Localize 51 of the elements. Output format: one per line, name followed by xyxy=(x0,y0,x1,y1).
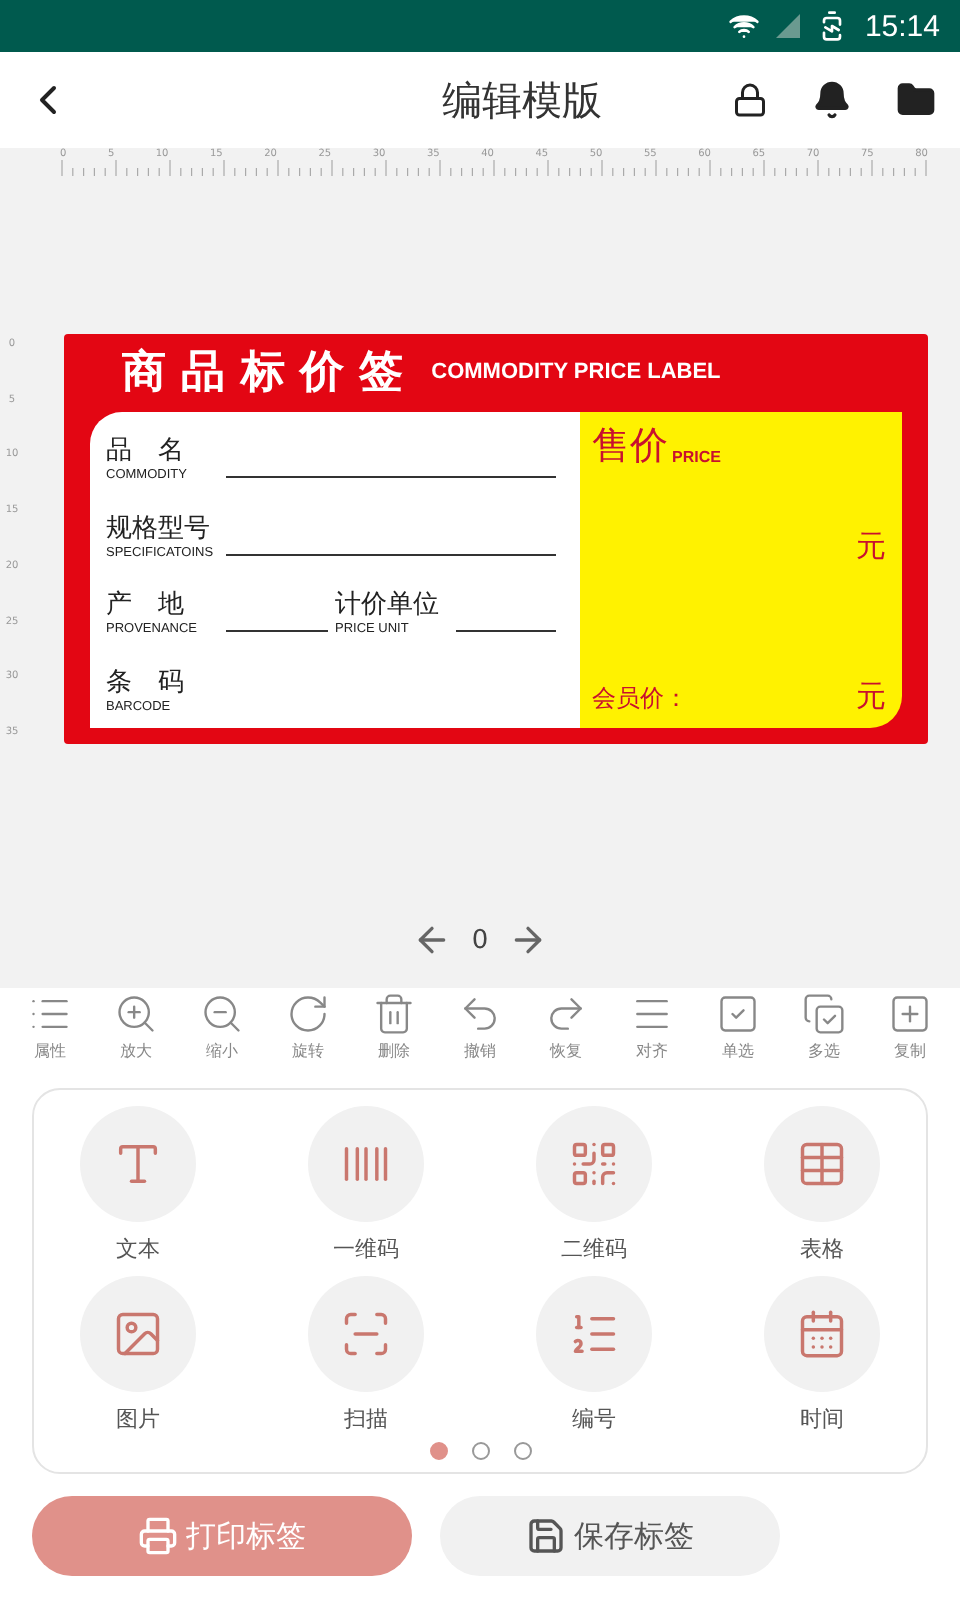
checkbox-icon xyxy=(716,992,760,1036)
printer-icon xyxy=(138,1516,178,1556)
toolbar-button[interactable]: 属性 xyxy=(28,992,72,1088)
qr-code-icon xyxy=(568,1138,620,1190)
zoom-in-icon xyxy=(114,992,158,1036)
price-unit: 元 xyxy=(856,677,886,715)
label-title: 商 品 标 价 签 xyxy=(122,346,404,402)
toolbar-button[interactable]: 单选 xyxy=(716,992,760,1088)
page-title: 编辑模版 xyxy=(440,73,604,127)
page-number: 0 xyxy=(471,925,489,955)
price-unit: 元 xyxy=(856,527,886,565)
label-title-en: COMMODITY PRICE LABEL xyxy=(431,360,721,384)
page-dot[interactable] xyxy=(471,1442,489,1460)
toolbar-button[interactable]: 放大 xyxy=(114,992,158,1088)
toolbar-button[interactable]: 恢复 xyxy=(544,992,588,1088)
toolbar-button[interactable]: 撤销 xyxy=(458,992,502,1088)
redo-icon xyxy=(544,992,588,1036)
image-icon xyxy=(112,1308,164,1360)
table-icon xyxy=(796,1138,848,1190)
double-checkbox-icon xyxy=(802,992,846,1036)
toolbar-button[interactable]: 旋转 xyxy=(286,992,330,1088)
rotate-icon xyxy=(286,992,330,1036)
plus-square-icon xyxy=(888,992,932,1036)
signal-icon xyxy=(776,14,801,38)
print-button[interactable]: 打印标签 xyxy=(32,1496,412,1576)
field-label: 条 码 xyxy=(106,665,184,700)
price-label: 售价 xyxy=(592,421,668,471)
field-label: 品 名 xyxy=(106,434,184,469)
toolbar-button[interactable]: 删除 xyxy=(372,992,416,1088)
page-dot[interactable] xyxy=(429,1442,447,1460)
folder-button[interactable] xyxy=(896,80,936,120)
toolbar-button[interactable]: 多选 xyxy=(802,992,846,1088)
toolbar-button[interactable]: 对齐 xyxy=(630,992,674,1088)
wifi-icon xyxy=(728,10,761,42)
trash-icon xyxy=(372,992,416,1036)
status-time: 15:14 xyxy=(864,9,940,43)
page-dot[interactable] xyxy=(513,1442,531,1460)
field-label: 计价单位 xyxy=(335,588,439,623)
calendar-icon xyxy=(796,1308,848,1360)
member-price-label: 会员价： xyxy=(592,681,688,715)
save-button[interactable]: 保存标签 xyxy=(440,1496,780,1576)
field-label: 产 地 xyxy=(106,588,184,623)
bell-button[interactable] xyxy=(812,80,852,120)
scan-icon xyxy=(340,1308,392,1360)
lock-scan-button[interactable] xyxy=(732,82,768,118)
toolbar-button[interactable]: 复制 xyxy=(888,992,932,1088)
field-label: 规格型号 xyxy=(106,511,210,546)
price-label-en: PRICE xyxy=(672,447,721,465)
undo-icon xyxy=(458,992,502,1036)
zoom-out-icon xyxy=(200,992,244,1036)
toolbar-button[interactable]: 缩小 xyxy=(200,992,244,1088)
